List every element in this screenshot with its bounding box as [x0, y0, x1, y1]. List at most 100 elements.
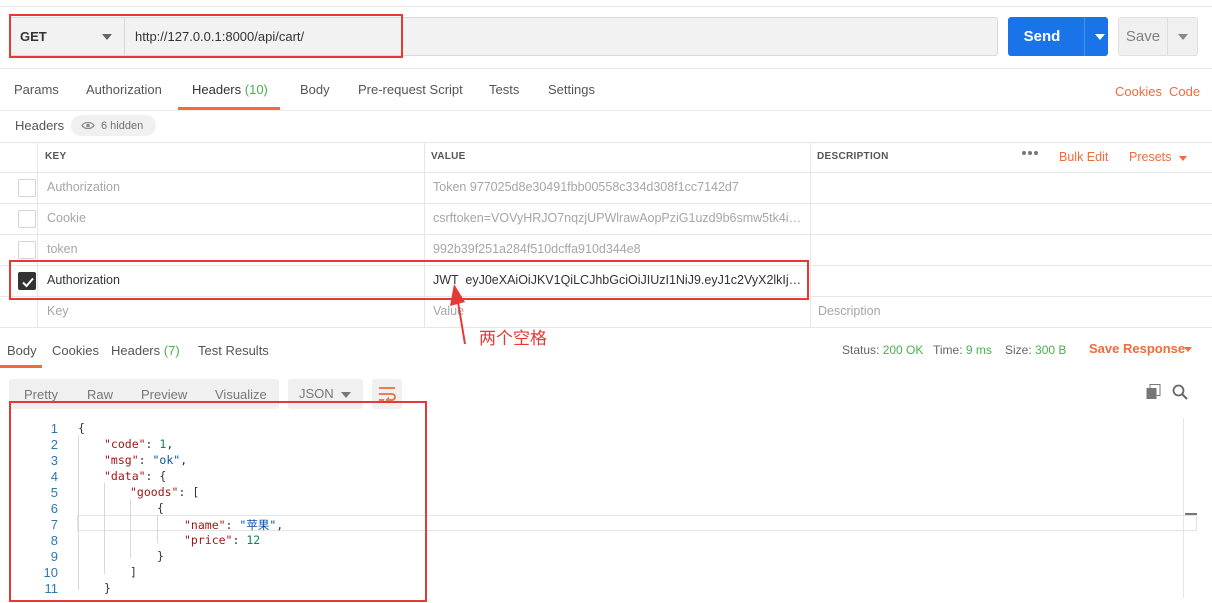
header-value[interactable]: JWT eyJ0eXAiOiJKV1QiLCJhbGciOiJIUzI1NiJ9… [433, 273, 805, 287]
header-row-checkbox[interactable] [18, 210, 36, 228]
code-line: "data": { [104, 469, 167, 483]
send-label: Send [1023, 28, 1061, 45]
json-value: "苹果" [239, 518, 277, 532]
presets-dropdown[interactable]: Presets [1129, 150, 1171, 164]
json-key: "price" [184, 533, 233, 547]
tab-authorization[interactable]: Authorization [86, 82, 162, 97]
response-tab-body[interactable]: Body [7, 343, 37, 358]
hidden-headers-label: 6 hidden [101, 119, 144, 132]
response-tab-cookies[interactable]: Cookies [52, 343, 99, 358]
tab-body[interactable]: Body [300, 82, 330, 97]
header-value[interactable]: Token 977025d8e30491fbb00558c334d308f1cc… [433, 180, 805, 194]
eye-icon [81, 121, 95, 130]
chevron-down-icon[interactable] [1184, 347, 1192, 352]
save-response-button[interactable]: Save Response [1089, 341, 1185, 356]
column-header-value: VALUE [431, 151, 466, 162]
annotation-arrow-icon [450, 284, 466, 345]
search-icon[interactable] [1172, 384, 1188, 400]
code-line: "goods": [ [130, 485, 200, 499]
new-description-input[interactable]: Description [818, 304, 881, 318]
line-number: 9 [50, 549, 58, 564]
header-key[interactable]: Cookie [47, 211, 417, 225]
json-key: "code" [104, 437, 146, 451]
response-tab-headers-count: (7) [163, 343, 180, 358]
status-readout: Status: 200 OK [842, 343, 923, 357]
table-row-divider [0, 234, 1212, 235]
response-tab-headers[interactable]: Headers (7) [111, 343, 180, 358]
header-value[interactable]: 992b39f251a284f510dcffa910d344e8 [433, 242, 805, 256]
format-select[interactable]: JSON [288, 379, 363, 409]
status-label: Status: [842, 343, 880, 357]
more-options-icon[interactable] [1021, 150, 1039, 156]
indent-guide [157, 515, 158, 543]
table-row-divider [0, 172, 1212, 173]
copy-icon[interactable] [1146, 384, 1161, 400]
code-line: } [104, 581, 111, 595]
new-key-input[interactable]: Key [47, 304, 69, 318]
save-divider [1167, 18, 1168, 55]
tabs-bottom-divider [0, 110, 1212, 111]
json-key: "goods" [130, 485, 179, 499]
header-row-checkbox-checked[interactable] [18, 272, 36, 290]
header-key[interactable]: token [47, 242, 417, 256]
cookies-link[interactable]: Cookies [1115, 84, 1162, 99]
column-header-description: DESCRIPTION [817, 151, 889, 162]
annotation-box-response [9, 401, 427, 602]
table-border-top [0, 142, 1212, 143]
line-number: 1 [50, 421, 58, 436]
json-value: "ok" [152, 453, 181, 467]
send-divider [1084, 17, 1085, 56]
view-preview[interactable]: Preview [141, 387, 187, 402]
method-label: GET [20, 29, 47, 44]
save-button[interactable]: Save [1118, 17, 1198, 56]
bulk-edit-link[interactable]: Bulk Edit [1059, 150, 1108, 164]
header-value[interactable]: csrftoken=VOVyHRJO7nqzjUPWlrawAopPziG1uz… [433, 211, 805, 225]
table-col-divider [424, 142, 425, 327]
line-number: 5 [50, 485, 58, 500]
view-raw[interactable]: Raw [87, 387, 113, 402]
tab-tests[interactable]: Tests [489, 82, 519, 97]
line-number: 8 [50, 533, 58, 548]
view-pretty[interactable]: Pretty [24, 387, 58, 402]
json-key: "name" [184, 518, 226, 532]
header-row-checkbox[interactable] [18, 241, 36, 259]
code-link[interactable]: Code [1169, 84, 1200, 99]
tab-pre-request-script[interactable]: Pre-request Script [358, 82, 463, 97]
code-line: } [157, 549, 164, 563]
time-readout: Time: 9 ms [933, 343, 992, 357]
send-button[interactable]: Send [1008, 17, 1108, 56]
json-key: "data" [104, 469, 146, 483]
table-border-bottom [0, 327, 1212, 328]
line-number: 10 [43, 565, 58, 580]
indent-guide [104, 483, 105, 574]
view-visualize[interactable]: Visualize [215, 387, 267, 402]
url-text: http://127.0.0.1:8000/api/cart/ [135, 29, 305, 44]
header-row-checkbox[interactable] [18, 179, 36, 197]
code-line: "price": 12 [184, 533, 261, 547]
hidden-headers-toggle[interactable]: 6 hidden [71, 115, 156, 136]
tab-headers-label: Headers [192, 82, 242, 97]
editor-scrollbar-track [1183, 418, 1184, 598]
tab-settings[interactable]: Settings [548, 82, 595, 97]
tab-headers[interactable]: Headers (10) [192, 82, 268, 97]
header-key[interactable]: Authorization [47, 180, 417, 194]
line-number: 2 [50, 437, 58, 452]
wrap-lines-button[interactable] [372, 379, 402, 409]
table-row-divider [0, 296, 1212, 297]
chevron-down-icon[interactable] [1095, 34, 1105, 40]
response-tab-test-results[interactable]: Test Results [198, 343, 269, 358]
url-input[interactable]: http://127.0.0.1:8000/api/cart/ [124, 17, 998, 56]
line-number: 6 [50, 501, 58, 516]
method-select[interactable]: GET [9, 17, 124, 56]
wrap-icon [379, 387, 396, 404]
headers-section-label: Headers [15, 118, 65, 133]
tab-params[interactable]: Params [14, 82, 59, 97]
header-key[interactable]: Authorization [47, 273, 417, 287]
line-number: 7 [50, 517, 58, 532]
chevron-down-icon[interactable] [1178, 34, 1188, 40]
chevron-down-icon [341, 392, 351, 398]
response-tab-headers-label: Headers [111, 343, 161, 358]
table-row-divider [0, 265, 1212, 266]
time-value: 9 ms [965, 343, 992, 357]
tabs-top-divider [0, 68, 1212, 69]
